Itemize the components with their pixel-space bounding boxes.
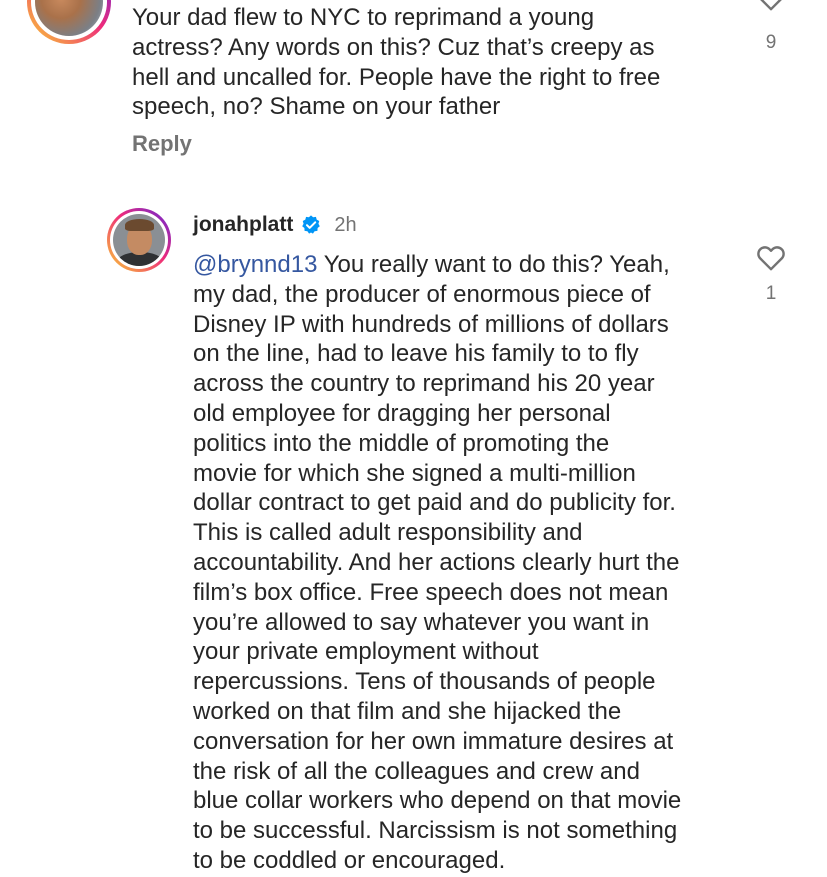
reply-header: jonahplatt 2h — [193, 211, 357, 239]
reply-button[interactable]: Reply — [132, 131, 192, 157]
reply-comment-text: @brynnd13 You really want to do this? Ye… — [193, 250, 738, 876]
reply-text: You really want to do this? Yeah, my dad… — [193, 251, 682, 874]
timestamp: 2h — [334, 213, 357, 236]
heart-outline-icon[interactable] — [754, 240, 788, 274]
profile-photo — [113, 214, 165, 266]
heart-outline-icon[interactable] — [754, 0, 788, 14]
verified-badge-icon — [302, 215, 321, 234]
reply-comment-like: 1 — [751, 240, 791, 305]
like-count: 1 — [765, 283, 777, 304]
jonahplatt-avatar[interactable] — [107, 208, 171, 272]
top-comment-text: Your dad flew to NYC to reprimand a youn… — [132, 4, 661, 121]
commenter-avatar[interactable] — [27, 0, 111, 44]
top-comment-like: 9 — [751, 0, 791, 54]
mention-link[interactable]: @brynnd13 — [193, 251, 317, 278]
comment-thread: Your dad flew to NYC to reprimand a youn… — [0, 0, 827, 877]
username[interactable]: jonahplatt — [193, 213, 293, 237]
like-count: 9 — [765, 32, 777, 53]
